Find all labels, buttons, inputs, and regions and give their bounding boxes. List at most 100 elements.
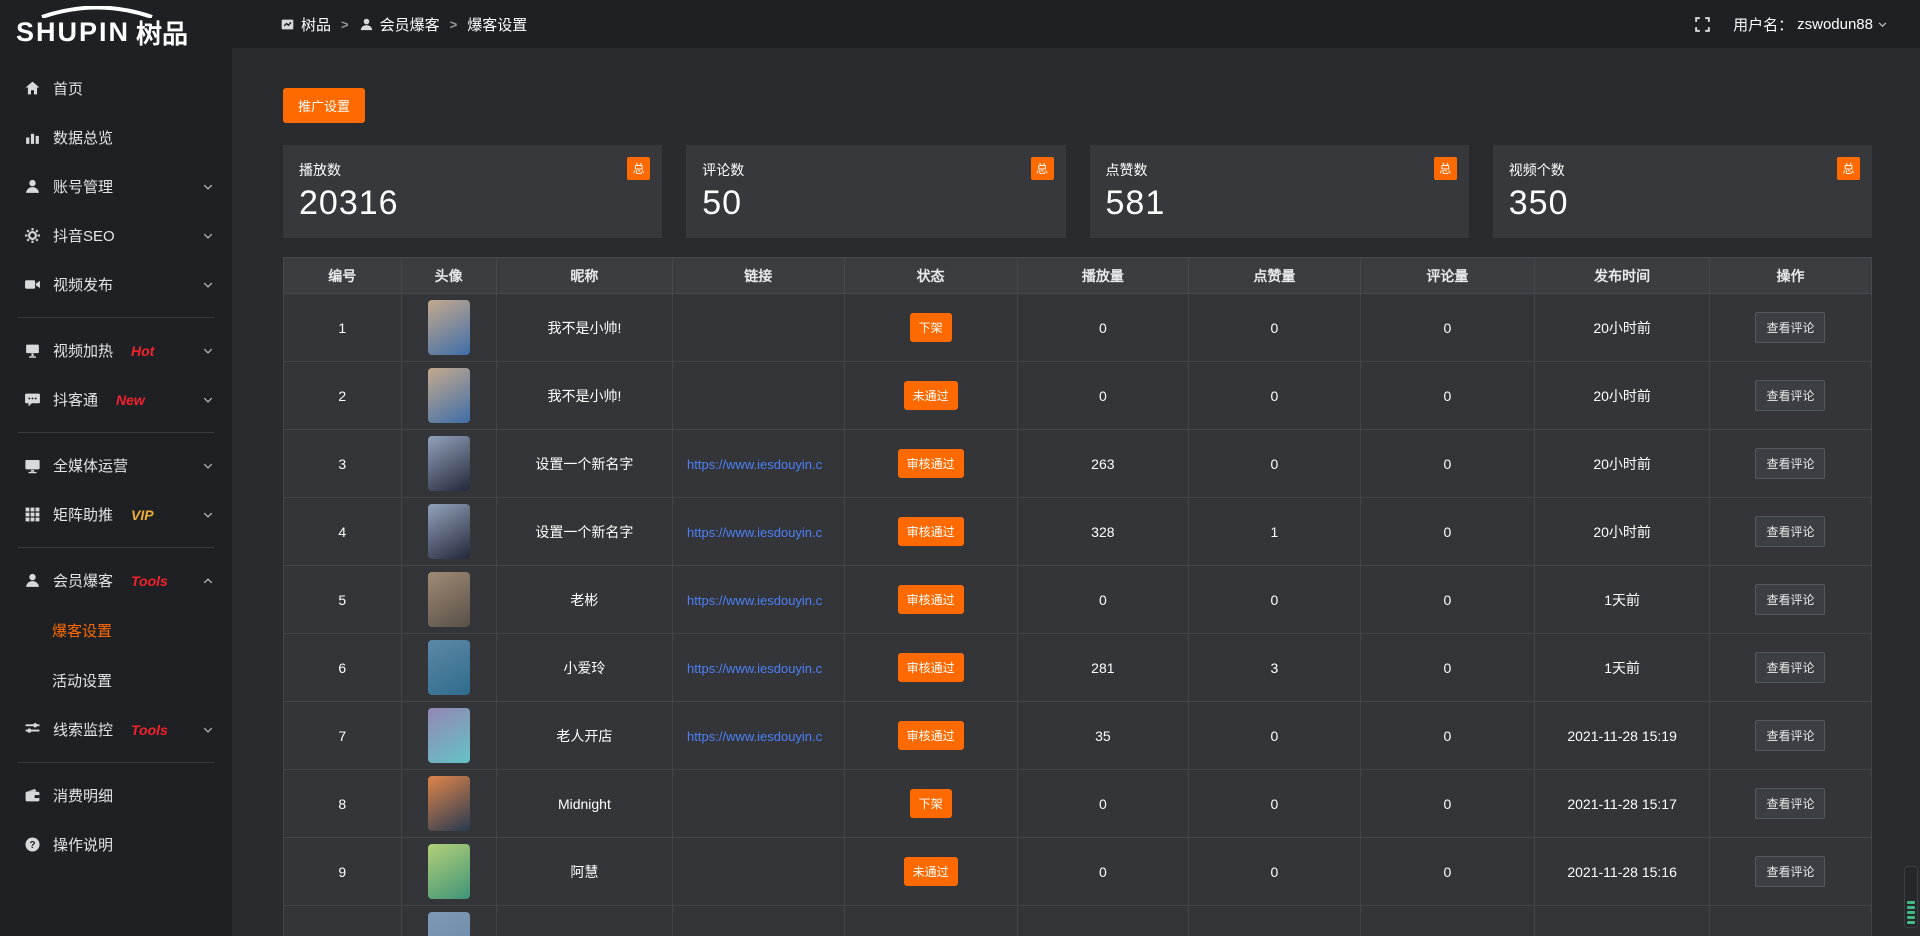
sidebar-item[interactable]: 首页 [0,64,232,113]
cell-time: 20小时前 [1535,362,1710,430]
cell-id [284,906,402,936]
chevron-up-icon [202,575,214,587]
breadcrumb-label: 爆客设置 [467,14,527,35]
sidebar-item[interactable]: 账号管理 [0,162,232,211]
sidebar-item-label: 全媒体运营 [53,455,128,476]
video-link[interactable]: https://www.iesdouyin.c [687,661,822,676]
avatar [428,776,470,831]
chevron-down-icon [202,509,214,521]
cell-status: 审核通过 [844,498,1017,566]
video-link[interactable]: https://www.iesdouyin.c [687,593,822,608]
table-wrap: 编号头像昵称链接状态播放量点赞量评论量发布时间操作1我不是小帅!下架00020小… [283,257,1872,936]
cell-action: 查看评论 [1709,566,1871,634]
video-link[interactable]: https://www.iesdouyin.c [687,729,822,744]
chevron-down-icon [202,460,214,472]
stat-label: 视频个数 [1509,160,1856,180]
sidebar-item[interactable]: 线索监控Tools [0,705,232,754]
stat-card: 点赞数581总 [1090,145,1469,238]
cell-plays: 0 [1017,566,1189,634]
video-link[interactable]: https://www.iesdouyin.c [687,457,822,472]
cell-likes [1189,906,1361,936]
cell-nickname [496,906,672,936]
sidebar-item[interactable]: 抖客通New [0,375,232,424]
view-comments-button[interactable]: 查看评论 [1755,516,1825,547]
status-badge: 下架 [910,313,952,342]
view-comments-button[interactable]: 查看评论 [1755,720,1825,751]
sidebar-item-label: 矩阵助推 [53,504,113,525]
cell-likes: 3 [1189,634,1361,702]
stat-label: 播放数 [299,160,646,180]
cell-time: 20小时前 [1535,430,1710,498]
sidebar-item[interactable]: 视频加热Hot [0,326,232,375]
sidebar-subitem[interactable]: 爆客设置 [0,605,232,655]
sidebar-item[interactable]: 抖音SEO [0,211,232,260]
cell-action: 查看评论 [1709,430,1871,498]
breadcrumb-item[interactable]: 树品 [280,14,331,35]
table-header-cell: 链接 [673,258,845,294]
chevron-down-icon [202,345,214,357]
breadcrumb-item[interactable]: 爆客设置 [467,14,527,35]
wallet-icon [24,787,41,804]
sidebar-item[interactable]: 矩阵助推VIP [0,490,232,539]
sidebar-item[interactable]: 消费明细 [0,771,232,820]
cell-likes: 1 [1189,498,1361,566]
cell-likes: 0 [1189,362,1361,430]
video-link[interactable]: https://www.iesdouyin.c [687,525,822,540]
view-comments-button[interactable]: 查看评论 [1755,788,1825,819]
view-comments-button[interactable]: 查看评论 [1755,584,1825,615]
view-comments-button[interactable]: 查看评论 [1755,652,1825,683]
logo-arc [38,6,156,18]
sidebar-divider [18,547,214,548]
table-header-row: 编号头像昵称链接状态播放量点赞量评论量发布时间操作 [284,258,1872,294]
sidebar-item[interactable]: 会员爆客Tools [0,556,232,605]
stat-card: 评论数50总 [686,145,1065,238]
user-menu[interactable]: 用户名：zswodun88 [1733,14,1888,35]
username-value: zswodun88 [1797,16,1873,33]
table-row [284,906,1872,936]
sidebar-item[interactable]: 全媒体运营 [0,441,232,490]
user-icon [359,17,374,32]
breadcrumb-item[interactable]: 会员爆客 [359,14,440,35]
cell-id: 8 [284,770,402,838]
svg-text:?: ? [29,840,35,851]
sidebar-item-label: 操作说明 [53,834,113,855]
stat-card: 播放数20316总 [283,145,662,238]
cell-link [673,838,845,906]
sidebar-item[interactable]: ? 操作说明 [0,820,232,869]
cell-avatar [401,362,496,430]
chevron-down-icon [202,230,214,242]
table-header-cell: 评论量 [1360,258,1535,294]
sidebar-item-label: 视频发布 [53,274,113,295]
cell-comments: 0 [1360,430,1535,498]
logo-text-en: SHUPIN [16,17,130,48]
view-comments-button[interactable]: 查看评论 [1755,380,1825,411]
table-header-cell: 播放量 [1017,258,1189,294]
view-comments-button[interactable]: 查看评论 [1755,856,1825,887]
view-comments-button[interactable]: 查看评论 [1755,312,1825,343]
data-table: 编号头像昵称链接状态播放量点赞量评论量发布时间操作1我不是小帅!下架00020小… [283,257,1872,936]
fullscreen-icon[interactable] [1694,16,1711,33]
question-icon: ? [24,836,41,853]
cell-action: 查看评论 [1709,498,1871,566]
stat-value: 20316 [299,184,646,223]
cell-avatar [401,770,496,838]
main-content: 推广设置 播放数20316总评论数50总点赞数581总视频个数350总 编号头像… [232,48,1920,936]
view-comments-button[interactable]: 查看评论 [1755,448,1825,479]
cell-status: 未通过 [844,362,1017,430]
cell-status: 审核通过 [844,566,1017,634]
cell-time [1535,906,1710,936]
sidebar-subitem[interactable]: 活动设置 [0,655,232,705]
breadcrumb-label: 会员爆客 [380,14,440,35]
sidebar-item[interactable]: 视频发布 [0,260,232,309]
table-row: 7老人开店https://www.iesdouyin.c审核通过35002021… [284,702,1872,770]
monitor-icon [24,457,41,474]
sidebar-item[interactable]: 数据总览 [0,113,232,162]
sidebar-item-label: 数据总览 [53,127,113,148]
cell-likes: 0 [1189,770,1361,838]
promo-settings-button[interactable]: 推广设置 [283,88,365,123]
sidebar-divider [18,432,214,433]
cell-action: 查看评论 [1709,770,1871,838]
cell-id: 5 [284,566,402,634]
table-header-cell: 点赞量 [1189,258,1361,294]
stat-label: 点赞数 [1106,160,1453,180]
